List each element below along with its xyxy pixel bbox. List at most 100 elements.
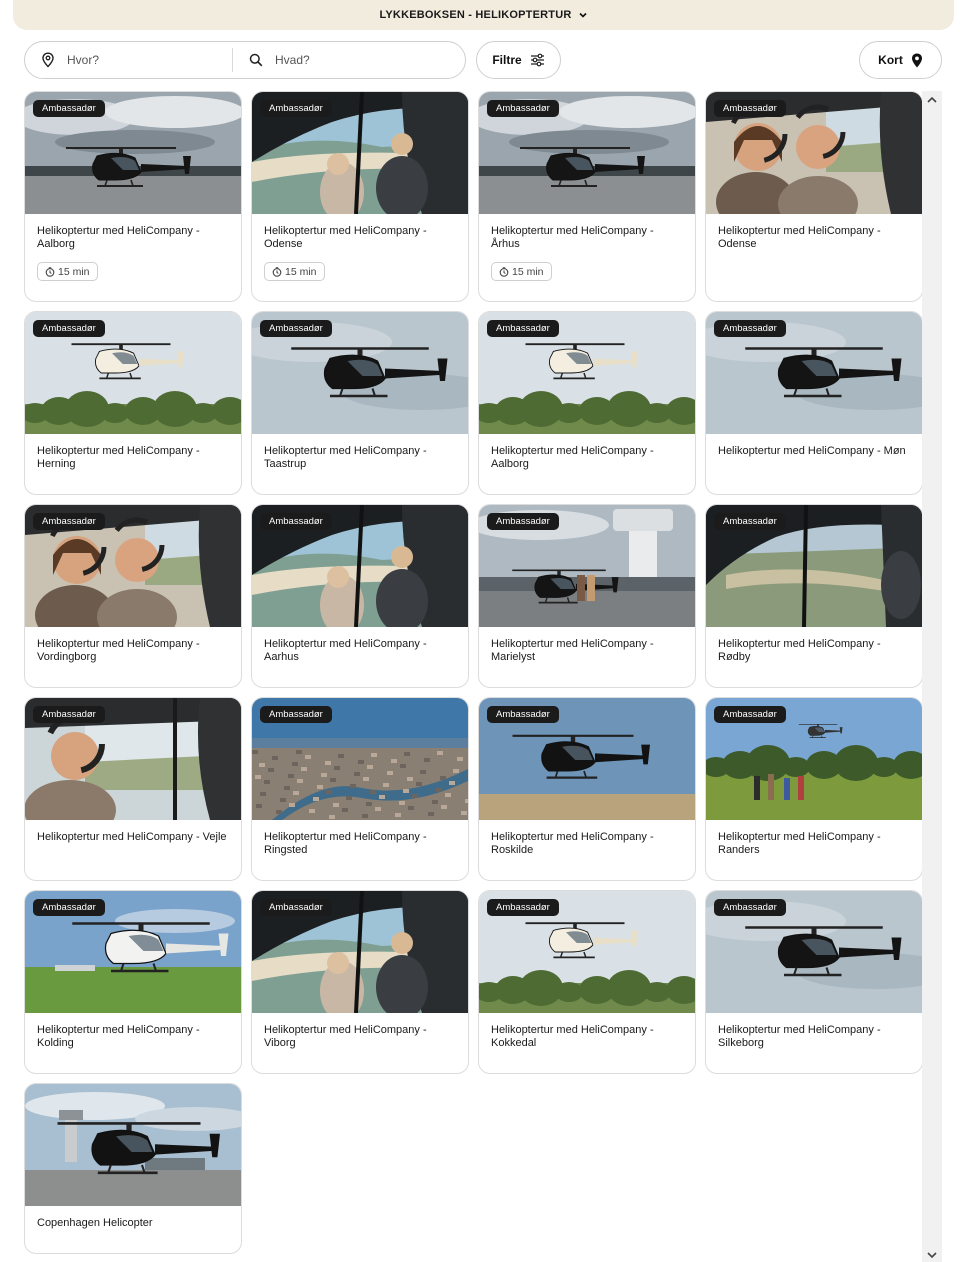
card-title: Helikoptertur med HeliCompany - Ringsted [264,831,427,856]
experience-card[interactable]: Copenhagen Helicopter [24,1083,242,1254]
experience-card[interactable]: Ambassadør Helikoptertur med HeliCompany … [478,697,696,881]
card-title: Helikoptertur med HeliCompany - Marielys… [491,638,654,663]
card-title: Helikoptertur med HeliCompany - Roskilde [491,831,654,856]
ambassador-badge: Ambassadør [33,320,105,337]
ambassador-badge: Ambassadør [714,899,786,916]
ambassador-badge: Ambassadør [714,706,786,723]
chevron-down-icon [578,12,587,18]
card-title: Helikoptertur med HeliCompany - Odense [718,225,881,250]
search-bar [24,41,466,79]
category-title: LYKKEBOKSEN - HELIKOPTERTUR [379,9,572,21]
card-image: Ambassadør [25,92,241,214]
card-title: Helikoptertur med HeliCompany - Viborg [264,1024,427,1049]
duration-tag: 15 min [491,262,552,281]
card-title: Helikoptertur med HeliCompany - Århus [491,225,654,250]
card-title: Helikoptertur med HeliCompany - Odense [264,225,427,250]
card-title: Helikoptertur med HeliCompany - Rødby [718,638,881,663]
card-image: Ambassadør [25,698,241,820]
filter-label: Filtre [492,53,522,67]
card-image: Ambassadør [25,312,241,434]
experience-card[interactable]: Ambassadør Helikoptertur med HeliCompany … [24,890,242,1074]
what-input[interactable] [275,53,415,67]
card-image: Ambassadør [706,698,922,820]
duration-label: 15 min [58,265,90,278]
experience-card[interactable]: Ambassadør Helikoptertur med HeliCompany … [705,504,923,688]
duration-tag: 15 min [264,262,325,281]
experience-card[interactable]: Ambassadør Helikoptertur med HeliCompany … [24,697,242,881]
card-image: Ambassadør [252,312,468,434]
timer-icon [499,266,509,277]
ambassador-badge: Ambassadør [487,706,559,723]
card-image: Ambassadør [25,891,241,1013]
experience-card[interactable]: Ambassadør Helikoptertur med HeliCompany … [705,91,923,302]
timer-icon [45,266,55,277]
ambassador-badge: Ambassadør [714,320,786,337]
card-title: Helikoptertur med HeliCompany - Kokkedal [491,1024,654,1049]
where-search[interactable] [25,48,233,72]
card-image: Ambassadør [479,891,695,1013]
card-image: Ambassadør [706,505,922,627]
duration-tag: 15 min [37,262,98,281]
experience-card[interactable]: Ambassadør Helikoptertur med HeliCompany … [251,91,469,302]
experience-card[interactable]: Ambassadør Helikoptertur med HeliCompany … [705,890,923,1074]
experience-card[interactable]: Ambassadør Helikoptertur med HeliCompany … [251,311,469,495]
filter-button[interactable]: Filtre [476,41,561,79]
ambassador-badge: Ambassadør [487,100,559,117]
experience-card[interactable]: Ambassadør Helikoptertur med HeliCompany … [251,504,469,688]
card-image: Ambassadør [479,505,695,627]
scrollbar[interactable] [922,91,942,1262]
ambassador-badge: Ambassadør [487,320,559,337]
ambassador-badge: Ambassadør [714,100,786,117]
card-title: Helikoptertur med HeliCompany - Herning [37,445,200,470]
what-search[interactable] [233,42,465,78]
card-title: Helikoptertur med HeliCompany - Aarhus [264,638,427,663]
card-image: Ambassadør [252,92,468,214]
duration-label: 15 min [512,265,544,278]
experience-card[interactable]: Ambassadør Helikoptertur med HeliCompany … [705,697,923,881]
card-image: Ambassadør [252,698,468,820]
timer-icon [272,266,282,277]
card-title: Helikoptertur med HeliCompany - Silkebor… [718,1024,881,1049]
card-title: Helikoptertur med HeliCompany - Randers [718,831,881,856]
card-image: Ambassadør [479,92,695,214]
ambassador-badge: Ambassadør [33,100,105,117]
card-image: Ambassadør [706,92,922,214]
experience-card[interactable]: Ambassadør Helikoptertur med HeliCompany … [24,91,242,302]
card-title: Helikoptertur med HeliCompany - Aalborg [491,445,654,470]
ambassador-badge: Ambassadør [260,320,332,337]
experience-card[interactable]: Ambassadør Helikoptertur med HeliCompany … [24,311,242,495]
experience-card[interactable]: Ambassadør Helikoptertur med HeliCompany … [478,91,696,302]
category-dropdown[interactable]: LYKKEBOKSEN - HELIKOPTERTUR [13,0,954,30]
card-image: Ambassadør [479,312,695,434]
location-pin-icon [42,52,54,68]
ambassador-badge: Ambassadør [714,513,786,530]
experience-card[interactable]: Ambassadør Helikoptertur med HeliCompany … [478,890,696,1074]
ambassador-badge: Ambassadør [260,513,332,530]
card-title: Helikoptertur med HeliCompany - Kolding [37,1024,200,1049]
sliders-icon [530,53,544,67]
ambassador-badge: Ambassadør [487,513,559,530]
experience-card[interactable]: Ambassadør Helikoptertur med HeliCompany … [705,311,923,495]
card-image: Ambassadør [252,505,468,627]
scroll-down-icon[interactable] [926,1250,938,1260]
scroll-up-icon[interactable] [926,95,938,105]
card-title: Copenhagen Helicopter [37,1217,153,1229]
helicopter-photo [25,1084,241,1206]
experience-card[interactable]: Ambassadør Helikoptertur med HeliCompany … [478,504,696,688]
where-input[interactable] [67,53,207,67]
map-button[interactable]: Kort [859,41,942,79]
card-title: Helikoptertur med HeliCompany - Aalborg [37,225,200,250]
ambassador-badge: Ambassadør [260,100,332,117]
card-image: Ambassadør [252,891,468,1013]
experience-card[interactable]: Ambassadør Helikoptertur med HeliCompany … [251,890,469,1074]
ambassador-badge: Ambassadør [33,706,105,723]
card-title: Helikoptertur med HeliCompany - Vejle [37,831,227,843]
map-label: Kort [878,53,903,67]
card-image: Ambassadør [25,505,241,627]
experience-card[interactable]: Ambassadør Helikoptertur med HeliCompany … [478,311,696,495]
search-icon [249,53,263,67]
experience-card[interactable]: Ambassadør Helikoptertur med HeliCompany … [24,504,242,688]
card-image: Ambassadør [706,891,922,1013]
experience-card[interactable]: Ambassadør Helikoptertur med HeliCompany … [251,697,469,881]
ambassador-badge: Ambassadør [33,513,105,530]
